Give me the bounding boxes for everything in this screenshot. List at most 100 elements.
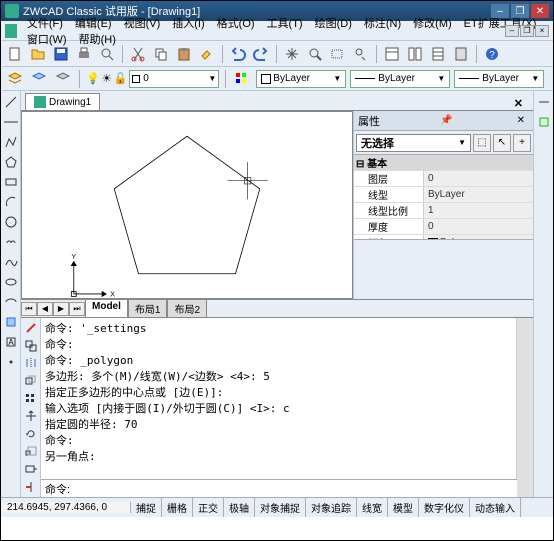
- scale-icon[interactable]: [22, 444, 40, 460]
- drawing-canvas[interactable]: X Y: [21, 111, 353, 299]
- point-icon[interactable]: [2, 353, 20, 371]
- tab-close-button[interactable]: ✕: [508, 97, 529, 110]
- mdi-close-button[interactable]: ×: [535, 25, 549, 37]
- status-toggle[interactable]: 正交: [193, 498, 224, 517]
- drawing-tab-label: Drawing1: [49, 97, 91, 108]
- polygon-icon[interactable]: [2, 153, 20, 171]
- color-control-icon[interactable]: [232, 69, 252, 89]
- menu-item[interactable]: 视图(V): [118, 16, 167, 32]
- layout-tab[interactable]: Model: [85, 299, 128, 318]
- command-scrollbar[interactable]: [517, 318, 533, 497]
- make-block-icon[interactable]: A: [2, 333, 20, 351]
- menu-item[interactable]: 窗口(W): [21, 32, 73, 48]
- insert-block-icon[interactable]: [2, 313, 20, 331]
- layer-manager-icon[interactable]: [5, 69, 25, 89]
- menu-item[interactable]: 修改(M): [407, 16, 458, 32]
- design-center-icon[interactable]: [405, 44, 425, 64]
- status-toggle[interactable]: 数字化仪: [419, 498, 470, 517]
- arc-icon[interactable]: [2, 193, 20, 211]
- help-icon[interactable]: ?: [482, 44, 502, 64]
- status-toggle[interactable]: 对象追踪: [306, 498, 357, 517]
- properties-icon[interactable]: [382, 44, 402, 64]
- ellipse-icon[interactable]: [2, 273, 20, 291]
- panel-close-button[interactable]: ✕: [517, 115, 525, 126]
- drawing-tab[interactable]: Drawing1: [25, 93, 100, 110]
- command-input[interactable]: 命令:: [41, 479, 517, 497]
- trim-icon[interactable]: [22, 479, 40, 495]
- erase-icon[interactable]: [22, 320, 40, 336]
- status-toggle[interactable]: 栅格: [162, 498, 193, 517]
- copy-icon[interactable]: [151, 44, 171, 64]
- linetype-combo[interactable]: ByLayer▼: [350, 70, 450, 88]
- status-toggle[interactable]: 动态输入: [470, 498, 521, 517]
- rectangle-icon[interactable]: [2, 173, 20, 191]
- calc-icon[interactable]: [451, 44, 471, 64]
- menu-item[interactable]: 编辑(E): [69, 16, 118, 32]
- property-row[interactable]: 厚度0: [354, 219, 533, 235]
- area-icon[interactable]: [535, 113, 553, 131]
- status-toggle[interactable]: 捕捉: [131, 498, 162, 517]
- rotate-icon[interactable]: [22, 426, 40, 442]
- next-tab-button[interactable]: ▶: [53, 302, 69, 316]
- cut-icon[interactable]: [128, 44, 148, 64]
- ellipse-arc-icon[interactable]: [2, 293, 20, 311]
- tool-palette-icon[interactable]: [428, 44, 448, 64]
- copy-obj-icon[interactable]: [22, 338, 40, 354]
- redo-icon[interactable]: [251, 44, 271, 64]
- select-objects-icon[interactable]: ↖: [493, 134, 511, 152]
- zoom-prev-icon[interactable]: [351, 44, 371, 64]
- mdi-restore-button[interactable]: ❐: [520, 25, 534, 37]
- status-toggle[interactable]: 模型: [388, 498, 419, 517]
- status-toggle[interactable]: 线宽: [357, 498, 388, 517]
- revcloud-icon[interactable]: [2, 233, 20, 251]
- array-icon[interactable]: [22, 391, 40, 407]
- line-icon[interactable]: [2, 93, 20, 111]
- mirror-icon[interactable]: [22, 355, 40, 371]
- last-tab-button[interactable]: ⏭: [69, 302, 85, 316]
- mdi-minimize-button[interactable]: –: [505, 25, 519, 37]
- selection-combo[interactable]: 无选择▼: [356, 134, 471, 152]
- circle-icon[interactable]: [2, 213, 20, 231]
- undo-icon[interactable]: [228, 44, 248, 64]
- pan-icon[interactable]: [282, 44, 302, 64]
- quick-select-icon[interactable]: ⬚: [473, 134, 491, 152]
- dist-icon[interactable]: [535, 93, 553, 111]
- layer-states-icon[interactable]: [29, 69, 49, 89]
- status-toggle[interactable]: 对象捕捉: [255, 498, 306, 517]
- spline-icon[interactable]: [2, 253, 20, 271]
- menu-item[interactable]: 插入(I): [166, 16, 210, 32]
- stretch-icon[interactable]: [22, 462, 40, 478]
- paste-icon[interactable]: [174, 44, 194, 64]
- layout-tab[interactable]: 布局1: [128, 299, 168, 318]
- menu-item[interactable]: 标注(N): [358, 16, 407, 32]
- menu-item[interactable]: 文件(F): [21, 16, 69, 32]
- property-row[interactable]: 线型比例1: [354, 203, 533, 219]
- property-row[interactable]: 图层0: [354, 171, 533, 187]
- app-menu-icon[interactable]: [5, 24, 17, 38]
- zoom-window-icon[interactable]: [328, 44, 348, 64]
- match-icon[interactable]: [197, 44, 217, 64]
- pin-icon[interactable]: 📌: [440, 115, 452, 126]
- xline-icon[interactable]: [2, 113, 20, 131]
- layer-prev-icon[interactable]: [53, 69, 73, 89]
- polyline-icon[interactable]: [2, 133, 20, 151]
- menu-item[interactable]: 绘图(D): [309, 16, 358, 32]
- status-toggle[interactable]: 极轴: [224, 498, 255, 517]
- lineweight-combo[interactable]: ByLayer▼: [454, 70, 544, 88]
- color-combo[interactable]: ByLayer▼: [256, 70, 346, 88]
- layer-combo[interactable]: 0 ▼: [129, 70, 219, 88]
- zoom-realtime-icon[interactable]: [305, 44, 325, 64]
- command-history[interactable]: 命令: '_settings 命令: 命令: _polygon 多边形: 多个(…: [41, 318, 517, 479]
- menu-item[interactable]: 格式(O): [211, 16, 261, 32]
- property-row[interactable]: 线型ByLayer: [354, 187, 533, 203]
- prev-tab-button[interactable]: ◀: [37, 302, 53, 316]
- first-tab-button[interactable]: ⏮: [21, 302, 37, 316]
- layout-tab[interactable]: 布局2: [167, 299, 207, 318]
- property-grid[interactable]: ⊟ 基本图层0线型ByLayer线型比例1厚度0颜色ByLayer线宽 ByLa…: [354, 155, 533, 239]
- move-icon[interactable]: [22, 409, 40, 425]
- coordinates-display[interactable]: 214.6945, 297.4366, 0: [1, 502, 131, 513]
- pickadd-icon[interactable]: +: [513, 134, 531, 152]
- offset-icon[interactable]: [22, 373, 40, 389]
- menu-item[interactable]: 工具(T): [261, 16, 309, 32]
- menu-item[interactable]: 帮助(H): [73, 32, 122, 48]
